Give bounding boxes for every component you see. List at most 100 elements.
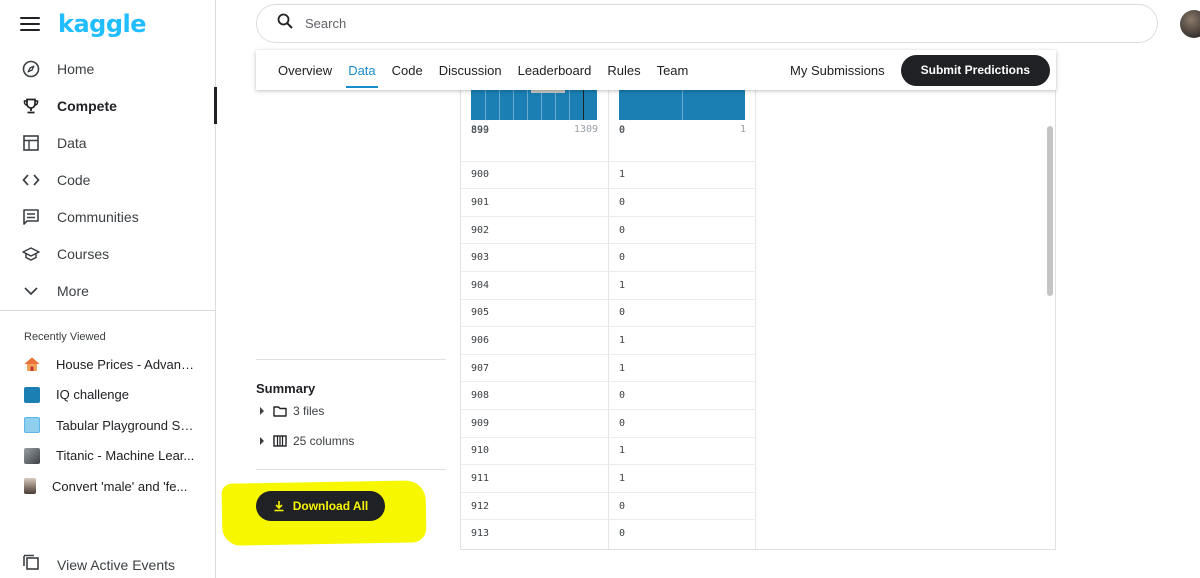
square-thumbnail-icon (24, 386, 40, 403)
tab-rules[interactable]: Rules (607, 50, 640, 90)
kaggle-logo[interactable]: kaggle (58, 10, 147, 38)
house-thumbnail-icon (24, 356, 40, 372)
table-cell-value: 0 (619, 196, 626, 208)
download-all-button[interactable]: Download All (256, 491, 385, 521)
table-cell-passenger-id: 905 (471, 307, 490, 319)
table-cell-passenger-id: 913 (471, 528, 490, 540)
recent-item-house-prices[interactable]: House Prices - Advanc... (0, 349, 216, 380)
nav-item-data[interactable]: Data (0, 124, 216, 161)
recently-viewed-list: House Prices - Advanc... IQ challenge Ta… (0, 349, 216, 502)
table-row: 907 1 (461, 353, 756, 382)
main-nav: Home Compete Data Code Communities Cours… (0, 50, 217, 309)
table-row: 902 0 (461, 215, 756, 244)
tab-leaderboard[interactable]: Leaderboard (518, 50, 592, 90)
tab-overview[interactable]: Overview (278, 50, 332, 90)
table-cell-value: 0 (619, 125, 626, 136)
sidebar: kaggle Home Compete Data Code Communitie… (0, 0, 217, 578)
table-cell-passenger-id: 903 (471, 252, 490, 264)
table-cell-value: 0 (619, 224, 626, 236)
expand-caret-icon (260, 407, 264, 415)
table-cell-value: 0 (619, 252, 626, 264)
nav-label: Courses (57, 245, 110, 262)
summary-columns-row[interactable]: 25 columns (260, 434, 354, 448)
chevron-down-icon (22, 282, 40, 300)
table-cell-passenger-id: 907 (471, 362, 490, 374)
recent-item-iq-challenge[interactable]: IQ challenge (0, 380, 216, 411)
columns-icon (273, 435, 287, 447)
ship-thumbnail-icon (24, 447, 40, 464)
table-cell-passenger-id: 901 (471, 196, 490, 208)
table-cell-value: 0 (619, 390, 626, 402)
table-cell-value: 0 (619, 417, 626, 429)
table-row: 899 0 (461, 124, 756, 142)
table-cell-passenger-id: 909 (471, 417, 490, 429)
table-cell-passenger-id: 910 (471, 445, 490, 457)
recent-item-label: Titanic - Machine Lear... (56, 448, 195, 464)
table-cell-value: 1 (619, 445, 626, 457)
table-cell-passenger-id: 900 (471, 169, 490, 181)
nav-item-communities[interactable]: Communities (0, 198, 216, 235)
my-submissions-link[interactable]: My Submissions (790, 63, 885, 78)
table-cell-passenger-id: 904 (471, 279, 490, 291)
view-active-events-link[interactable]: View Active Events (22, 553, 175, 576)
tab-team[interactable]: Team (657, 50, 689, 90)
recent-item-tabular-playground[interactable]: Tabular Playground Se... (0, 410, 216, 441)
trophy-icon (22, 97, 40, 115)
tab-code[interactable]: Code (392, 50, 423, 90)
download-icon (273, 500, 285, 512)
table-cell-value: 0 (619, 307, 626, 319)
pattern-thumbnail-icon (24, 417, 40, 434)
submit-predictions-button[interactable]: Submit Predictions (900, 54, 1050, 86)
summary-divider-top (256, 359, 446, 360)
avatar[interactable] (1180, 10, 1200, 38)
summary-files-row[interactable]: 3 files (260, 404, 324, 418)
table-cell-value: 1 (619, 279, 626, 291)
tab-discussion[interactable]: Discussion (439, 50, 502, 90)
summary-files-label: 3 files (293, 404, 325, 418)
table-row: 908 0 (461, 381, 756, 409)
table-cell-value: 1 (619, 362, 626, 374)
recent-item-label: Convert 'male' and 'fe... (52, 478, 188, 494)
nav-item-compete[interactable]: Compete (0, 87, 217, 124)
data-preview-table[interactable]: 892 1309 0 1 899 0 900 1 901 0 902 0 903 0 904 1 905… (460, 90, 1056, 550)
recent-item-titanic[interactable]: Titanic - Machine Lear... (0, 441, 216, 472)
histogram-bin (485, 90, 486, 120)
search-bar[interactable] (256, 4, 1158, 43)
table-cell-value: 0 (619, 500, 626, 512)
table-cell-passenger-id: 906 (471, 334, 490, 346)
expand-caret-icon (260, 437, 264, 445)
histogram-bin (499, 90, 500, 120)
nav-item-more[interactable]: More (0, 272, 216, 309)
nav-label: More (57, 282, 89, 299)
histogram-range-handle[interactable] (531, 90, 565, 93)
nav-item-home[interactable]: Home (0, 50, 216, 87)
search-input[interactable] (305, 16, 1105, 31)
histogram-bin (555, 90, 556, 120)
scrollbar[interactable] (1047, 126, 1053, 296)
recent-item-label: IQ challenge (56, 387, 129, 403)
table-cell-passenger-id: 902 (471, 224, 490, 236)
tab-data[interactable]: Data (346, 50, 379, 90)
histogram-bin (682, 90, 683, 120)
nav-item-code[interactable]: Code (0, 161, 216, 198)
nav-label: Code (57, 171, 91, 188)
table-row: 900 1 (461, 160, 756, 189)
column-histogram (471, 90, 597, 120)
histogram-bin (569, 90, 570, 120)
tabs-actions: My Submissions Submit Predictions (790, 54, 1050, 86)
code-icon (22, 171, 40, 189)
folder-icon (273, 405, 287, 417)
recently-viewed-title: Recently Viewed (24, 331, 106, 343)
nav-label: Communities (57, 208, 139, 225)
recent-item-convert-male[interactable]: Convert 'male' and 'fe... (0, 471, 216, 502)
table-cell-passenger-id: 899 (471, 125, 490, 136)
histogram-bin (513, 90, 514, 120)
histogram-bin (527, 90, 528, 120)
nav-item-courses[interactable]: Courses (0, 235, 216, 272)
table-cell-value: 1 (619, 472, 626, 484)
nav-label: Compete (57, 97, 117, 114)
summary-title: Summary (256, 381, 316, 396)
table-cell-value: 1 (619, 334, 626, 346)
table-row: 904 1 (461, 271, 756, 299)
menu-icon[interactable] (20, 17, 40, 31)
